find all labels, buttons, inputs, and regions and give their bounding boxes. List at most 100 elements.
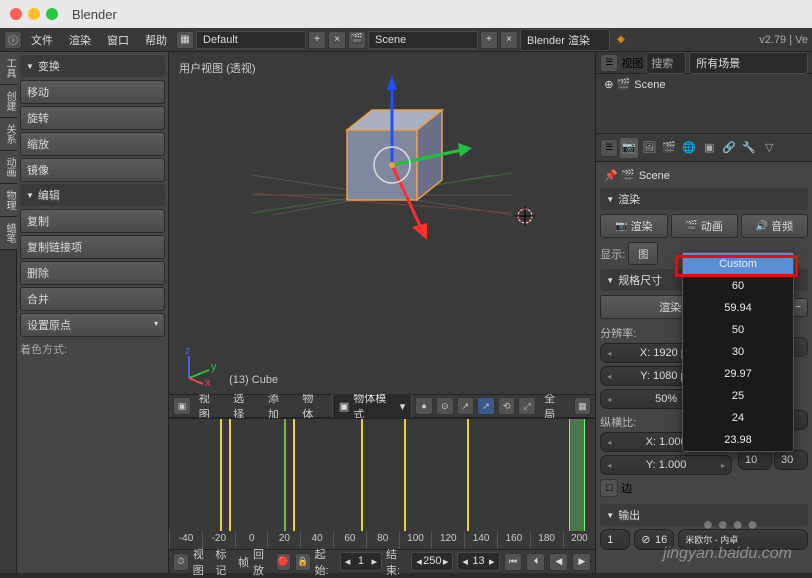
tab-render-layers-icon[interactable]: 🖼	[640, 138, 658, 158]
aspect-y-field[interactable]: ◂Y: 1.000▸	[600, 455, 732, 475]
blender-logo-icon: ◆	[612, 31, 630, 49]
tab-world-icon[interactable]: 🌐	[680, 138, 698, 158]
prev-keyframe-button[interactable]: ⏴	[526, 553, 545, 571]
minimize-window-button[interactable]	[28, 8, 40, 20]
timeline-editor-icon[interactable]: ⏱	[173, 553, 189, 571]
render-engine-select[interactable]: Blender 渲染	[520, 29, 610, 51]
edit-header[interactable]: 编辑	[20, 184, 165, 206]
start-frame-field[interactable]: ◂1▸	[340, 552, 382, 571]
outliner-header: ☰ 视图 搜索 所有场景	[596, 52, 812, 74]
menu-window[interactable]: 窗口	[100, 30, 136, 50]
manipulator-translate-icon[interactable]: ↗	[477, 397, 495, 415]
add-scene-button[interactable]: +	[480, 31, 498, 49]
manipulator-rotate-icon[interactable]: ⟲	[498, 397, 516, 415]
fps-option-60[interactable]: 60	[683, 275, 793, 297]
tab-constraints-icon[interactable]: 🔗	[720, 138, 738, 158]
tool-shelf-tabs: 工具 创建 关系 动画 物理 蜡笔	[0, 52, 17, 573]
auto-keyframe-icon[interactable]: 🔴	[276, 553, 292, 571]
play-button[interactable]: ▶	[572, 553, 591, 571]
scene-icon[interactable]: 🎬	[348, 31, 366, 49]
end-frame-field[interactable]: ◂250▸	[411, 552, 453, 571]
tab-object-icon[interactable]: ▣	[700, 138, 718, 158]
outliner-view-menu[interactable]: 视图	[621, 55, 643, 71]
watermark-logo: ●●●●	[703, 514, 763, 535]
3d-editor-type-icon[interactable]: ▣	[173, 397, 191, 415]
mirror-button[interactable]: 镜像	[20, 158, 165, 182]
tab-scene-icon[interactable]: 🎬	[660, 138, 678, 158]
fps-option-30[interactable]: 30	[683, 341, 793, 363]
tab-modifiers-icon[interactable]: 🔧	[740, 138, 758, 158]
render-animation-button[interactable]: 🎬 动画	[671, 214, 738, 238]
menu-file[interactable]: 文件	[24, 30, 60, 50]
maximize-window-button[interactable]	[46, 8, 58, 20]
layers-icon[interactable]: ▦	[574, 397, 592, 415]
fps-option-2398[interactable]: 23.98	[683, 429, 793, 451]
outliner-editor-icon[interactable]: ☰	[600, 54, 618, 72]
titlebar: Blender	[0, 0, 812, 28]
remap-old-field[interactable]: 10	[738, 450, 772, 470]
delete-button[interactable]: 删除	[20, 261, 165, 285]
render-button[interactable]: 📷 渲染	[600, 214, 667, 238]
translate-button[interactable]: 移动	[20, 80, 165, 104]
properties-editor-icon[interactable]: ☰	[600, 139, 618, 157]
fps-option-25[interactable]: 25	[683, 385, 793, 407]
shading-label: 着色方式:	[20, 339, 165, 359]
scale-button[interactable]: 缩放	[20, 132, 165, 156]
outliner-search-field[interactable]: 搜索	[646, 52, 686, 74]
viewport-perspective-label: 用户视图 (透视)	[179, 60, 255, 76]
rotate-button[interactable]: 旋转	[20, 106, 165, 130]
tab-render-icon[interactable]: 📷	[620, 138, 638, 158]
outliner-tree[interactable]: ⊕ 🎬 Scene	[596, 74, 812, 134]
layout-grid-icon[interactable]: ▦	[176, 31, 194, 49]
axis-gizmo-icon: z y x	[181, 346, 221, 386]
properties-tabs: ☰ 📷 🖼 🎬 🌐 ▣ 🔗 🔧 ▽	[596, 134, 812, 162]
manipulator-scale-icon[interactable]: ⤢	[518, 397, 536, 415]
timeline-canvas[interactable]: -40 -20 0 20 40 60 80 100 120 140 160 18…	[169, 419, 595, 549]
display-mode-select[interactable]: 图	[628, 242, 658, 265]
output-frame-end[interactable]: ⊘ 16	[634, 529, 674, 550]
display-label: 显示:	[600, 244, 625, 264]
info-editor-icon[interactable]: ⓘ	[4, 31, 22, 49]
outliner-item-scene[interactable]: ⊕ 🎬 Scene	[604, 78, 804, 91]
close-window-button[interactable]	[10, 8, 22, 20]
lock-icon[interactable]: 🔒	[295, 553, 311, 571]
tab-data-icon[interactable]: ▽	[760, 138, 778, 158]
fps-option-2997[interactable]: 29.97	[683, 363, 793, 385]
set-origin-button[interactable]: 设置原点	[20, 313, 165, 337]
duplicate-button[interactable]: 复制	[20, 209, 165, 233]
output-frame-start[interactable]: 1	[600, 529, 630, 550]
timeline-current-frame-cursor[interactable]	[569, 419, 585, 531]
scene-select[interactable]: Scene	[368, 31, 478, 49]
add-layout-button[interactable]: +	[308, 31, 326, 49]
manipulator-icon[interactable]: ↗	[457, 397, 475, 415]
fps-option-5994[interactable]: 59.94	[683, 297, 793, 319]
fps-option-24[interactable]: 24	[683, 407, 793, 429]
3d-viewport[interactable]: 用户视图 (透视)	[169, 52, 595, 394]
join-button[interactable]: 合并	[20, 287, 165, 311]
remove-layout-button[interactable]: ×	[328, 31, 346, 49]
border-checkbox[interactable]: ☐	[600, 479, 618, 497]
svg-text:x: x	[205, 377, 211, 386]
active-object-label: (13) Cube	[229, 374, 278, 386]
svg-text:y: y	[211, 361, 217, 373]
menu-render[interactable]: 渲染	[62, 30, 98, 50]
jump-start-button[interactable]: ⏮	[504, 553, 523, 571]
duplicate-linked-button[interactable]: 复制链接项	[20, 235, 165, 259]
render-audio-button[interactable]: 🔊 音频	[741, 214, 808, 238]
remap-new-field[interactable]: 30	[774, 450, 808, 470]
cube-object[interactable]	[252, 52, 512, 275]
fps-option-custom[interactable]: Custom	[683, 253, 793, 275]
timeline-frame-menu[interactable]: 帧	[238, 554, 249, 570]
play-reverse-button[interactable]: ◀	[549, 553, 568, 571]
render-panel-header[interactable]: 渲染	[600, 188, 808, 210]
shading-solid-icon[interactable]: ●	[415, 397, 433, 415]
screen-layout-select[interactable]: Default	[196, 31, 306, 49]
menu-help[interactable]: 帮助	[138, 30, 174, 50]
transform-header[interactable]: 变换	[20, 55, 165, 77]
outliner-filter-select[interactable]: 所有场景	[689, 52, 808, 74]
current-frame-field[interactable]: ◂13▸	[457, 552, 499, 571]
remove-scene-button[interactable]: ×	[500, 31, 518, 49]
fps-option-50[interactable]: 50	[683, 319, 793, 341]
pivot-icon[interactable]: ⊙	[436, 397, 454, 415]
tool-shelf: 变换 移动 旋转 缩放 镜像 编辑 复制 复制链接项 删除 合并 设置原点 着色…	[17, 52, 169, 573]
